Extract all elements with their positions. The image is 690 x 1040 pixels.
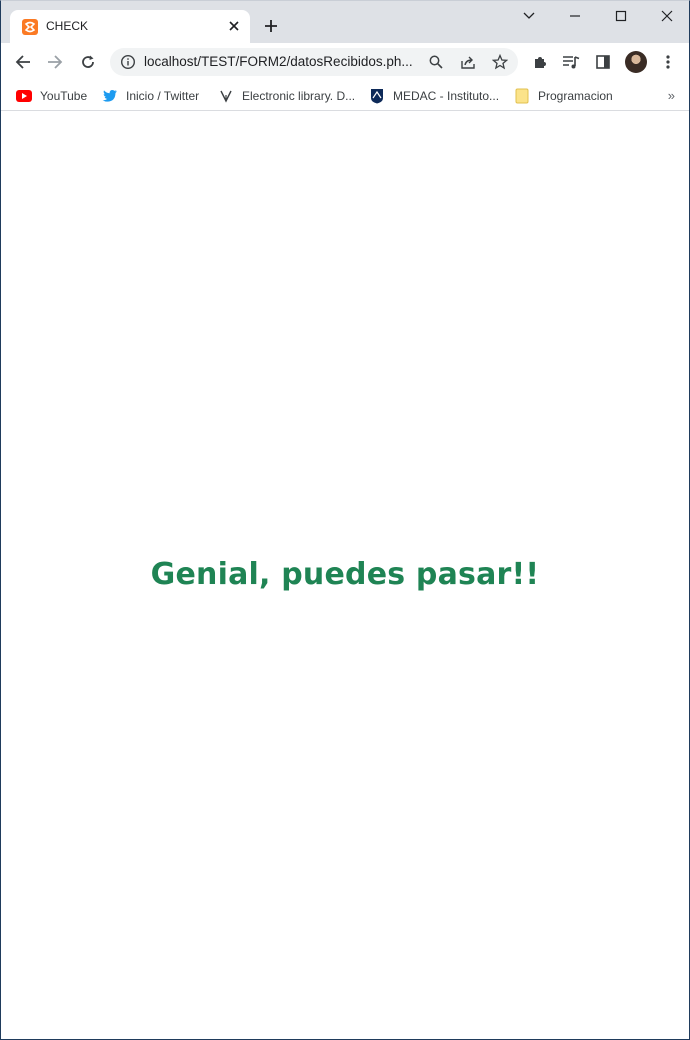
bookmark-medac[interactable]: MEDAC - Instituto... bbox=[369, 86, 499, 106]
bookmark-label: Inicio / Twitter bbox=[126, 89, 200, 103]
medac-icon bbox=[369, 88, 385, 104]
forward-icon[interactable] bbox=[43, 50, 67, 74]
bookmark-label: MEDAC - Instituto... bbox=[393, 89, 500, 103]
youtube-icon bbox=[16, 88, 32, 104]
folder-icon bbox=[514, 88, 530, 104]
search-icon[interactable] bbox=[428, 54, 444, 70]
zlibrary-icon bbox=[218, 88, 234, 104]
bookmark-label: Programacion bbox=[538, 89, 613, 103]
xampp-icon bbox=[22, 19, 38, 35]
bookmark-programacion[interactable]: Programacion bbox=[514, 86, 613, 106]
bookmarks-bar: YouTube Inicio / Twitter Electronic libr… bbox=[1, 81, 689, 111]
info-icon[interactable] bbox=[120, 54, 136, 70]
avatar[interactable] bbox=[625, 51, 647, 73]
address-bar[interactable]: localhost/TEST/FORM2/datosRecibidos.ph..… bbox=[110, 48, 518, 76]
bookmark-label: Electronic library. D... bbox=[242, 89, 356, 103]
star-icon[interactable] bbox=[492, 54, 508, 70]
menu-icon[interactable] bbox=[656, 50, 680, 74]
bookmarks-overflow-icon[interactable]: » bbox=[668, 88, 675, 103]
bookmark-zlibrary[interactable]: Electronic library. D... bbox=[218, 86, 355, 106]
extensions-icon[interactable] bbox=[528, 50, 552, 74]
media-icon[interactable] bbox=[559, 50, 583, 74]
browser-window: CHECK localhost/TEST/FORM2/datosRecibido… bbox=[0, 0, 690, 1040]
bookmark-twitter[interactable]: Inicio / Twitter bbox=[102, 86, 199, 106]
bookmark-youtube[interactable]: YouTube bbox=[16, 86, 87, 106]
toolbar: localhost/TEST/FORM2/datosRecibidos.ph..… bbox=[1, 43, 689, 81]
tab-strip: CHECK bbox=[1, 1, 689, 43]
new-tab-icon[interactable] bbox=[260, 15, 282, 37]
tab-title: CHECK bbox=[46, 19, 89, 33]
maximize-icon[interactable] bbox=[609, 5, 633, 27]
page-content: Genial, puedes pasar!! bbox=[1, 112, 689, 1039]
reload-icon[interactable] bbox=[76, 50, 100, 74]
success-message: Genial, puedes pasar!! bbox=[150, 557, 540, 592]
bookmark-label: YouTube bbox=[40, 89, 88, 103]
minimize-icon[interactable] bbox=[563, 5, 587, 27]
url-text[interactable]: localhost/TEST/FORM2/datosRecibidos.ph..… bbox=[144, 54, 424, 69]
sidepanel-icon[interactable] bbox=[591, 50, 615, 74]
twitter-icon bbox=[102, 88, 118, 104]
close-icon[interactable] bbox=[655, 5, 679, 27]
close-tab-icon[interactable] bbox=[226, 18, 242, 34]
share-icon[interactable] bbox=[460, 54, 476, 70]
tab-check[interactable]: CHECK bbox=[10, 10, 250, 43]
back-icon[interactable] bbox=[11, 50, 35, 74]
chevron-down-icon[interactable] bbox=[517, 5, 541, 27]
